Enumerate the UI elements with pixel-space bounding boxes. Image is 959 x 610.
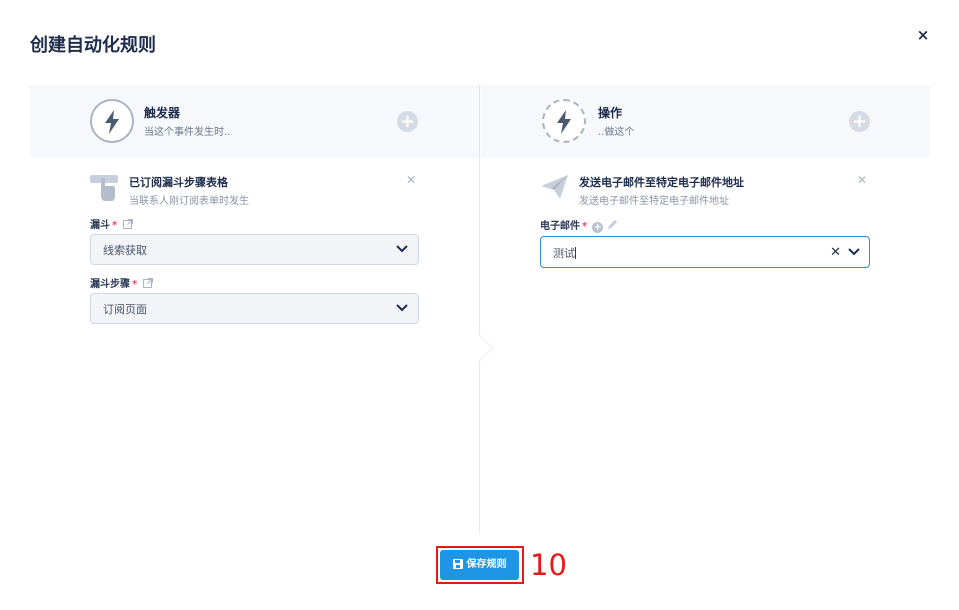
funnel-step-select-value: 订阅页面 [103, 303, 147, 316]
action-column: 操作 ..做这个 + 发送电子邮件至特定电子邮件地址 发送电子邮件至特定电子邮件… [480, 85, 930, 533]
trigger-title: 触发器 [144, 106, 181, 120]
remove-action-close-icon[interactable]: ✕ [857, 173, 867, 187]
external-link-icon[interactable] [143, 278, 154, 288]
action-item-title: 发送电子邮件至特定电子邮件地址 [579, 176, 744, 189]
action-item-subtitle: 发送电子邮件至特定电子邮件地址 [579, 196, 729, 207]
trigger-header: 触发器 当这个事件发生时.. + [30, 85, 480, 158]
required-marker: * [112, 220, 118, 231]
tap-hand-icon [90, 174, 120, 202]
action-title: 操作 [598, 106, 623, 120]
email-label: 电子邮件 * + [540, 217, 618, 233]
trigger-column: 触发器 当这个事件发生时.. + 已订阅漏斗步骤表格 当联系人刚订阅表单时发生 … [30, 85, 480, 533]
lightning-icon [90, 99, 134, 143]
email-input[interactable]: 测试 ✕ [540, 236, 870, 268]
funnel-label: 漏斗 * [90, 216, 134, 231]
chevron-down-icon[interactable] [848, 247, 860, 257]
lightning-cycle-icon [542, 99, 586, 143]
save-rule-button-label: 保存规则 [466, 559, 507, 570]
text-caret [575, 247, 576, 259]
trigger-subtitle: 当这个事件发生时.. [144, 127, 231, 138]
action-header: 操作 ..做这个 + [481, 85, 930, 158]
create-automation-rule-modal: 创建自动化规则 × 触发器 当这个事件发生时.. + 已订阅漏斗步骤表格 当联系… [0, 0, 959, 610]
remove-trigger-close-icon[interactable]: ✕ [406, 173, 416, 187]
funnel-step-label: 漏斗步骤 * [90, 275, 154, 290]
funnel-select[interactable]: 线索获取 [90, 234, 419, 265]
required-marker: * [582, 221, 588, 232]
floppy-disk-icon [452, 559, 463, 569]
save-rule-button[interactable]: 保存规则 [440, 550, 519, 580]
add-action-plus-icon[interactable]: + [849, 111, 870, 132]
trigger-item-title: 已订阅漏斗步骤表格 [129, 176, 228, 189]
chevron-down-icon [396, 245, 408, 253]
funnel-step-select[interactable]: 订阅页面 [90, 293, 419, 324]
trigger-item-subtitle: 当联系人刚订阅表单时发生 [129, 196, 249, 207]
modal-title: 创建自动化规则 [30, 35, 156, 56]
email-label-text: 电子邮件 [540, 221, 580, 232]
clear-close-icon[interactable]: ✕ [830, 245, 841, 260]
pencil-icon[interactable] [607, 219, 618, 230]
annotation-step-number: 10 [530, 548, 567, 582]
action-subtitle: ..做这个 [598, 127, 635, 138]
close-icon[interactable]: × [915, 26, 931, 44]
add-trigger-plus-icon[interactable]: + [397, 111, 418, 132]
funnel-select-value: 线索获取 [103, 244, 147, 257]
external-link-icon[interactable] [123, 219, 134, 229]
email-input-value: 测试 [553, 247, 575, 260]
funnel-label-text: 漏斗 [90, 220, 110, 231]
chevron-down-icon [396, 304, 408, 312]
funnel-step-label-text: 漏斗步骤 [90, 279, 130, 290]
paper-plane-icon [540, 174, 570, 202]
required-marker: * [132, 279, 138, 290]
add-email-plus-icon[interactable]: + [592, 222, 604, 233]
